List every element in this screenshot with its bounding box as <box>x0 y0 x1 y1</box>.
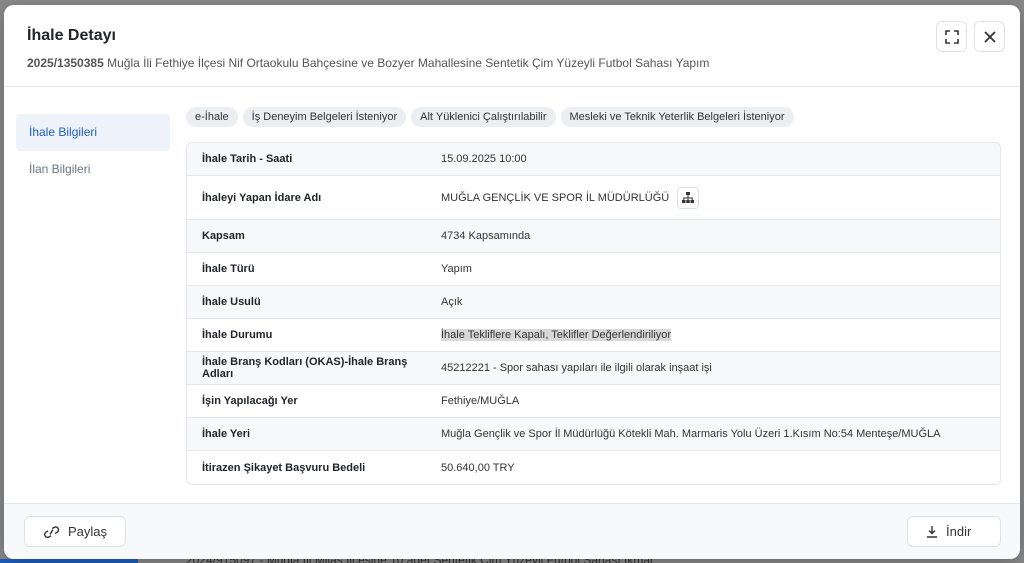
detail-value-text: MUĞLA GENÇLİK VE SPOR İL MÜDÜRLÜĞÜ <box>441 191 670 204</box>
share-label: Paylaş <box>67 524 107 539</box>
detail-label: İhale Durumu <box>202 329 273 341</box>
download-label: İndir <box>946 524 972 539</box>
modal-body: İhale Bilgileri İlan Bilgileri e-İhale İ… <box>4 88 1020 503</box>
detail-label: İhale Tarih - Saati <box>202 153 293 165</box>
detail-value: Muğla Gençlik ve Spor İl Müdürlüğü Kötek… <box>441 428 1000 440</box>
detail-value: 15.09.2025 10:00 <box>441 153 1000 165</box>
detail-value-text: İhale Tekliflere Kapalı, Teklifler Değer… <box>441 329 672 341</box>
detail-row: İhaleyi Yapan İdare Adı MUĞLA GENÇLİK VE… <box>187 176 1000 220</box>
detail-row: İhale Yeri Muğla Gençlik ve Spor İl Müdü… <box>187 418 1000 451</box>
org-chart-button[interactable] <box>677 186 700 209</box>
detail-row: İhale Tarih - Saati 15.09.2025 10:00 <box>187 143 1000 176</box>
detail-label: İhaleyi Yapan İdare Adı <box>202 191 322 204</box>
detail-label: İhale Branş Kodları (OKAS)-İhale Branş A… <box>202 356 408 380</box>
detail-label: İhale Yeri <box>202 428 251 440</box>
close-button[interactable] <box>974 21 1005 52</box>
modal-header: İhale Detayı 2025/1350385 Muğla İli Feth… <box>4 5 1020 87</box>
detail-value: Açık <box>441 296 1000 308</box>
detail-row: İhale Durumu İhale Tekliflere Kapalı, Te… <box>187 319 1000 352</box>
detail-label: İhale Türü <box>202 263 255 275</box>
detail-row: İtirazen Şikayet Başvuru Bedeli 50.640,0… <box>187 451 1000 484</box>
side-nav-item-announcement-info[interactable]: İlan Bilgileri <box>16 151 170 188</box>
detail-value: 50.640,00 TRY <box>441 462 1000 474</box>
detail-label: Kapsam <box>202 230 245 242</box>
link-icon <box>43 525 60 538</box>
side-nav: İhale Bilgileri İlan Bilgileri <box>16 114 170 188</box>
detail-value: MUĞLA GENÇLİK VE SPOR İL MÜDÜRLÜĞÜ <box>441 186 1000 209</box>
close-icon <box>983 30 996 43</box>
tender-badges: e-İhale İş Deneyim Belgeleri İsteniyor A… <box>186 107 794 127</box>
tender-code: 2025/1350385 <box>27 56 104 70</box>
expand-icon <box>944 29 959 44</box>
download-icon <box>927 526 937 538</box>
detail-value: 4734 Kapsamında <box>441 230 1000 242</box>
tender-name: Muğla İli Fethiye İlçesi Nif Ortaokulu B… <box>107 56 710 70</box>
detail-row: İhale Branş Kodları (OKAS)-İhale Branş A… <box>187 352 1000 385</box>
detail-label: İhale Usulü <box>202 296 261 308</box>
detail-value-text: 15.09.2025 10:00 <box>441 153 527 165</box>
share-button[interactable]: Paylaş <box>24 516 126 547</box>
badge: İş Deneyim Belgeleri İsteniyor <box>242 107 407 127</box>
detail-label: İtirazen Şikayet Başvuru Bedeli <box>202 461 366 474</box>
detail-value: 45212221 - Spor sahası yapıları ile ilgi… <box>441 362 1000 374</box>
detail-value-text: 45212221 - Spor sahası yapıları ile ilgi… <box>441 362 712 374</box>
tender-detail-modal: İhale Detayı 2025/1350385 Muğla İli Feth… <box>4 5 1020 559</box>
badge: Alt Yüklenici Çalıştırılabilir <box>411 107 556 127</box>
modal-title: İhale Detayı <box>27 27 116 44</box>
detail-row: İşin Yapılacağı Yer Fethiye/MUĞLA <box>187 385 1000 418</box>
detail-value-text: Muğla Gençlik ve Spor İl Müdürlüğü Kötek… <box>441 428 941 440</box>
badge: e-İhale <box>186 107 238 127</box>
detail-row: Kapsam 4734 Kapsamında <box>187 220 1000 253</box>
expand-button[interactable] <box>936 21 967 52</box>
detail-value: Yapım <box>441 263 1000 275</box>
detail-value-text: Fethiye/MUĞLA <box>441 395 520 407</box>
details-table: İhale Tarih - Saati 15.09.2025 10:00 İha… <box>186 142 1001 485</box>
detail-row: İhale Usulü Açık <box>187 286 1000 319</box>
detail-value-text: 50.640,00 TRY <box>441 461 515 474</box>
modal-footer: Paylaş İndir <box>4 503 1020 559</box>
modal-subtitle: 2025/1350385 Muğla İli Fethiye İlçesi Ni… <box>27 56 709 70</box>
detail-value: Fethiye/MUĞLA <box>441 395 1000 407</box>
detail-value-text: Yapım <box>441 263 472 275</box>
detail-value-text: 4734 Kapsamında <box>441 230 531 242</box>
detail-row: İhale Türü Yapım <box>187 253 1000 286</box>
detail-label: İşin Yapılacağı Yer <box>202 395 298 407</box>
sitemap-icon <box>682 192 695 203</box>
badge: Mesleki ve Teknik Yeterlik Belgeleri İst… <box>560 107 794 127</box>
background-bar <box>0 559 138 563</box>
side-nav-item-tender-info[interactable]: İhale Bilgileri <box>16 114 170 151</box>
download-button[interactable]: İndir <box>907 516 1001 547</box>
detail-value-text: Açık <box>441 296 463 308</box>
detail-value: İhale Tekliflere Kapalı, Teklifler Değer… <box>441 329 1000 341</box>
